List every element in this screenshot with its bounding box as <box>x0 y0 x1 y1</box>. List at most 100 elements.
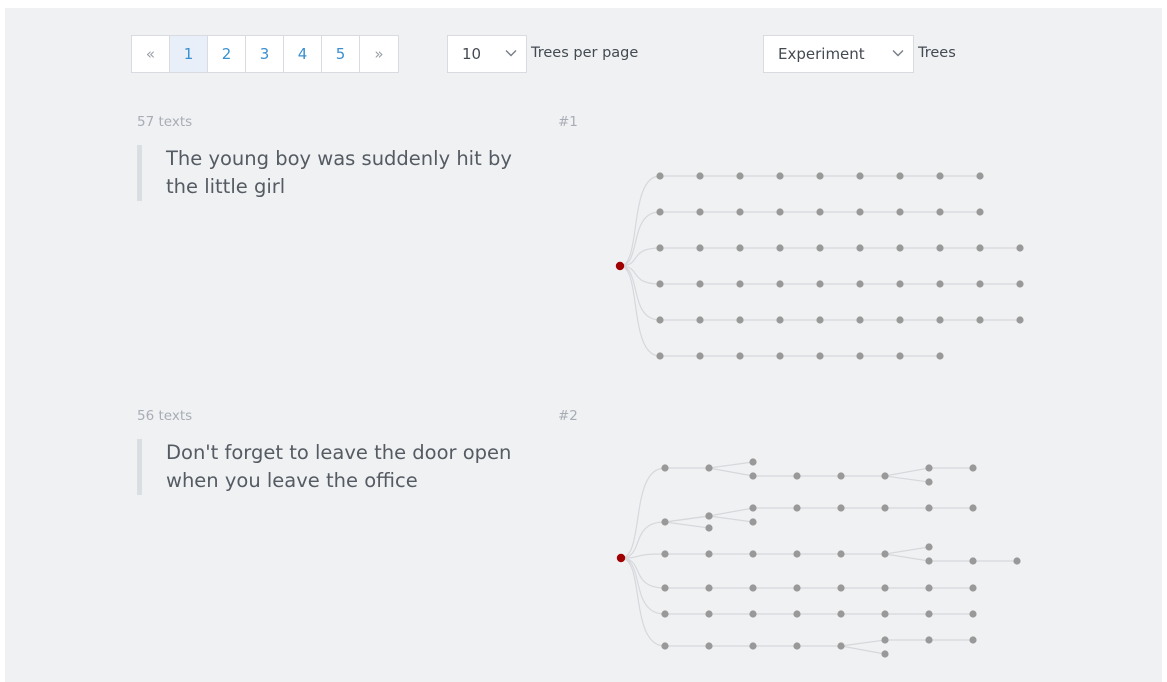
tree-node[interactable] <box>705 524 713 532</box>
tree-node[interactable] <box>881 472 889 480</box>
tree-node[interactable] <box>925 584 933 592</box>
tree-node[interactable] <box>793 504 801 512</box>
tree-node[interactable] <box>705 512 713 520</box>
tree-node[interactable] <box>925 478 933 486</box>
tree-node[interactable] <box>705 550 713 558</box>
tree-node[interactable] <box>656 172 664 180</box>
tree-node[interactable] <box>856 172 864 180</box>
tree-node[interactable] <box>793 642 801 650</box>
tree-node[interactable] <box>696 280 704 288</box>
tree-node[interactable] <box>661 610 669 618</box>
tree-node[interactable] <box>936 244 944 252</box>
tree-node[interactable] <box>856 208 864 216</box>
tree-node[interactable] <box>969 636 977 644</box>
tree-node[interactable] <box>896 280 904 288</box>
tree-node[interactable] <box>776 316 784 324</box>
tree-node[interactable] <box>896 352 904 360</box>
tree-node[interactable] <box>656 208 664 216</box>
tree-node[interactable] <box>776 172 784 180</box>
tree-node[interactable] <box>837 584 845 592</box>
tree-node[interactable] <box>736 352 744 360</box>
tree-node[interactable] <box>776 208 784 216</box>
tree-node[interactable] <box>881 650 889 658</box>
tree-node[interactable] <box>976 316 984 324</box>
tree-graph[interactable] <box>615 456 1035 666</box>
tree-node[interactable] <box>736 208 744 216</box>
pagination-page-5[interactable]: 5 <box>322 36 360 72</box>
tree-node[interactable] <box>1016 316 1024 324</box>
tree-node[interactable] <box>837 472 845 480</box>
tree-node[interactable] <box>816 244 824 252</box>
tree-node[interactable] <box>705 584 713 592</box>
tree-node[interactable] <box>1016 280 1024 288</box>
tree-node[interactable] <box>749 584 757 592</box>
tree-node[interactable] <box>856 352 864 360</box>
tree-node[interactable] <box>837 642 845 650</box>
tree-node[interactable] <box>881 584 889 592</box>
tree-node[interactable] <box>936 316 944 324</box>
tree-node[interactable] <box>969 557 977 565</box>
tree-node[interactable] <box>696 352 704 360</box>
tree-number[interactable]: #1 <box>558 114 578 130</box>
pagination-page-1[interactable]: 1 <box>170 36 208 72</box>
tree-node[interactable] <box>816 172 824 180</box>
tree-node[interactable] <box>793 584 801 592</box>
tree-graph[interactable] <box>615 162 1035 372</box>
trees-per-page-select[interactable]: 10 <box>447 35 527 73</box>
tree-node[interactable] <box>705 610 713 618</box>
tree-node[interactable] <box>736 172 744 180</box>
tree-node[interactable] <box>656 280 664 288</box>
tree-node[interactable] <box>856 316 864 324</box>
tree-node[interactable] <box>776 244 784 252</box>
tree-node[interactable] <box>969 464 977 472</box>
tree-node[interactable] <box>749 458 757 466</box>
tree-node[interactable] <box>696 208 704 216</box>
tree-node[interactable] <box>661 464 669 472</box>
tree-node[interactable] <box>837 550 845 558</box>
tree-node[interactable] <box>969 504 977 512</box>
pagination-page-4[interactable]: 4 <box>284 36 322 72</box>
tree-node[interactable] <box>749 518 757 526</box>
tree-node[interactable] <box>696 316 704 324</box>
tree-node[interactable] <box>925 543 933 551</box>
tree-root-node[interactable] <box>615 261 625 271</box>
tree-node[interactable] <box>736 316 744 324</box>
tree-node[interactable] <box>925 557 933 565</box>
tree-node[interactable] <box>925 610 933 618</box>
tree-node[interactable] <box>816 352 824 360</box>
tree-node[interactable] <box>696 172 704 180</box>
tree-node[interactable] <box>656 244 664 252</box>
tree-node[interactable] <box>896 316 904 324</box>
tree-node[interactable] <box>976 280 984 288</box>
tree-node[interactable] <box>816 316 824 324</box>
pagination-prev-button[interactable]: « <box>132 36 170 72</box>
tree-node[interactable] <box>896 208 904 216</box>
tree-node[interactable] <box>749 550 757 558</box>
tree-node[interactable] <box>749 504 757 512</box>
tree-node[interactable] <box>896 244 904 252</box>
tree-node[interactable] <box>925 504 933 512</box>
tree-node[interactable] <box>936 280 944 288</box>
pagination-page-3[interactable]: 3 <box>246 36 284 72</box>
tree-node[interactable] <box>925 636 933 644</box>
tree-node[interactable] <box>856 280 864 288</box>
tree-node[interactable] <box>656 352 664 360</box>
tree-node[interactable] <box>925 464 933 472</box>
pagination-next-button[interactable]: » <box>360 36 398 72</box>
tree-filter-select[interactable]: Experiment <box>763 35 914 73</box>
tree-node[interactable] <box>1013 557 1021 565</box>
pagination-page-2[interactable]: 2 <box>208 36 246 72</box>
tree-node[interactable] <box>896 172 904 180</box>
tree-node[interactable] <box>837 610 845 618</box>
tree-node[interactable] <box>881 636 889 644</box>
tree-node[interactable] <box>793 610 801 618</box>
tree-node[interactable] <box>793 472 801 480</box>
tree-node[interactable] <box>881 610 889 618</box>
tree-node[interactable] <box>936 172 944 180</box>
tree-node[interactable] <box>793 550 801 558</box>
tree-node[interactable] <box>696 244 704 252</box>
tree-node[interactable] <box>936 208 944 216</box>
tree-node[interactable] <box>976 244 984 252</box>
tree-node[interactable] <box>749 610 757 618</box>
tree-node[interactable] <box>656 316 664 324</box>
